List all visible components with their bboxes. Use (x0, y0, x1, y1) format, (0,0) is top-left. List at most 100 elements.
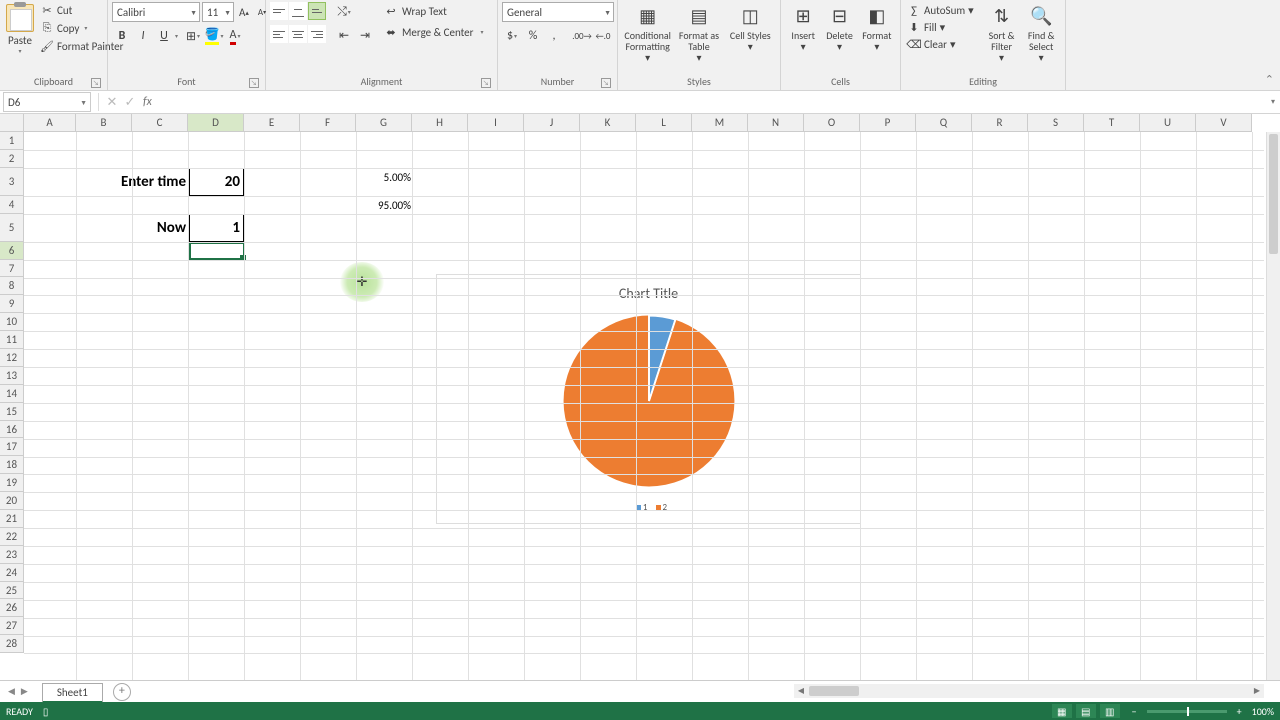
row-header-3[interactable]: 3 (0, 168, 24, 196)
col-header-M[interactable]: M (692, 114, 748, 132)
zoom-value[interactable]: 100% (1252, 705, 1274, 718)
merge-center-button[interactable]: ⬌Merge & Center▾ (381, 23, 487, 41)
bold-button[interactable]: B (112, 26, 132, 46)
fill-color-button[interactable]: 🪣 (204, 26, 224, 46)
col-header-H[interactable]: H (412, 114, 468, 132)
normal-view-button[interactable]: ▦ (1052, 704, 1072, 718)
row-header-13[interactable]: 13 (0, 367, 24, 385)
col-header-B[interactable]: B (76, 114, 132, 132)
col-header-E[interactable]: E (244, 114, 300, 132)
font-size-select[interactable]: 11▼ (202, 2, 234, 22)
clear-button[interactable]: ⌫Clear ▾ (905, 36, 976, 52)
row-header-23[interactable]: 23 (0, 546, 24, 564)
insert-button[interactable]: ⊞Insert ▾ (785, 2, 821, 54)
percent-button[interactable]: % (523, 26, 543, 46)
fill-button[interactable]: ⬇Fill ▾ (905, 19, 976, 35)
page-break-view-button[interactable]: ▥ (1100, 704, 1120, 718)
col-header-L[interactable]: L (636, 114, 692, 132)
align-bottom-button[interactable] (308, 2, 326, 20)
col-header-J[interactable]: J (524, 114, 580, 132)
orientation-button[interactable]: ⤭ (334, 2, 354, 22)
col-header-K[interactable]: K (580, 114, 636, 132)
zoom-in-button[interactable]: + (1237, 705, 1242, 718)
col-header-U[interactable]: U (1140, 114, 1196, 132)
row-header-22[interactable]: 22 (0, 528, 24, 546)
cell-styles-button[interactable]: ◫Cell Styles ▾ (725, 2, 776, 54)
align-center-button[interactable] (289, 25, 307, 43)
wrap-text-button[interactable]: ↩Wrap Text (381, 2, 487, 20)
horizontal-scrollbar[interactable]: ◀ ▶ (794, 684, 1264, 698)
hscroll-left-button[interactable]: ◀ (794, 684, 808, 698)
formula-input[interactable] (156, 92, 1266, 112)
row-header-8[interactable]: 8 (0, 277, 24, 295)
row-header-25[interactable]: 25 (0, 582, 24, 600)
clipboard-launcher[interactable]: ↘ (91, 78, 101, 88)
number-format-select[interactable]: General▼ (502, 2, 614, 22)
collapse-ribbon-button[interactable]: ⌃ (1265, 73, 1274, 86)
comma-button[interactable]: , (544, 26, 564, 46)
name-box[interactable]: D6▼ (3, 92, 91, 112)
align-top-button[interactable] (270, 2, 288, 20)
cell-g4[interactable]: 95.00% (356, 196, 414, 214)
row-header-20[interactable]: 20 (0, 492, 24, 510)
hscroll-right-button[interactable]: ▶ (1250, 684, 1264, 698)
col-header-Q[interactable]: Q (916, 114, 972, 132)
increase-indent-button[interactable]: ⇥ (355, 25, 375, 45)
underline-button[interactable]: U (154, 26, 174, 46)
col-header-O[interactable]: O (804, 114, 860, 132)
zoom-out-button[interactable]: − (1132, 705, 1137, 718)
accounting-button[interactable]: $ (502, 26, 522, 46)
row-header-21[interactable]: 21 (0, 510, 24, 528)
row-header-14[interactable]: 14 (0, 385, 24, 403)
row-header-5[interactable]: 5 (0, 214, 24, 242)
row-header-4[interactable]: 4 (0, 196, 24, 214)
italic-button[interactable]: I (133, 26, 153, 46)
col-header-N[interactable]: N (748, 114, 804, 132)
sort-filter-button[interactable]: ⇅Sort & Filter ▾ (982, 2, 1022, 65)
hscroll-thumb[interactable] (809, 686, 859, 696)
pie-chart[interactable] (437, 306, 860, 496)
paste-button[interactable]: Paste ▾ (4, 2, 36, 57)
row-header-11[interactable]: 11 (0, 331, 24, 349)
col-header-C[interactable]: C (132, 114, 188, 132)
row-header-27[interactable]: 27 (0, 617, 24, 635)
cancel-formula-button[interactable]: ✕ (103, 93, 121, 111)
col-header-T[interactable]: T (1084, 114, 1140, 132)
col-header-R[interactable]: R (972, 114, 1028, 132)
number-launcher[interactable]: ↘ (601, 78, 611, 88)
col-header-S[interactable]: S (1028, 114, 1084, 132)
alignment-launcher[interactable]: ↘ (481, 78, 491, 88)
enter-formula-button[interactable]: ✓ (121, 93, 139, 111)
row-header-16[interactable]: 16 (0, 421, 24, 439)
expand-formula-bar-button[interactable]: ▾ (1266, 97, 1280, 107)
border-button[interactable]: ⊞ (183, 26, 203, 46)
align-left-button[interactable] (270, 25, 288, 43)
chart-legend[interactable]: 1 2 (437, 496, 860, 519)
col-header-P[interactable]: P (860, 114, 916, 132)
row-header-28[interactable]: 28 (0, 635, 24, 653)
row-header-9[interactable]: 9 (0, 295, 24, 313)
col-header-V[interactable]: V (1196, 114, 1252, 132)
font-name-select[interactable]: Calibri▼ (112, 2, 200, 22)
fx-icon[interactable]: fx (143, 95, 152, 109)
decrease-decimal-button[interactable]: ←.0 (593, 26, 613, 46)
sheet-tab-1[interactable]: Sheet1 (42, 683, 103, 703)
col-header-G[interactable]: G (356, 114, 412, 132)
align-middle-button[interactable] (289, 2, 307, 20)
row-header-26[interactable]: 26 (0, 599, 24, 617)
vscroll-thumb[interactable] (1269, 134, 1278, 254)
row-header-18[interactable]: 18 (0, 456, 24, 474)
row-header-10[interactable]: 10 (0, 313, 24, 331)
macro-record-icon[interactable]: ▯ (43, 705, 49, 718)
cell-g3[interactable]: 5.00% (360, 168, 414, 186)
font-color-button[interactable]: A (225, 26, 245, 46)
row-header-12[interactable]: 12 (0, 349, 24, 367)
row-header-15[interactable]: 15 (0, 403, 24, 421)
add-sheet-button[interactable]: + (113, 683, 131, 701)
autosum-button[interactable]: ∑AutoSum ▾ (905, 2, 976, 18)
page-layout-view-button[interactable]: ▤ (1076, 704, 1096, 718)
tab-next-button[interactable]: ▶ (21, 686, 28, 697)
align-right-button[interactable] (308, 25, 326, 43)
font-launcher[interactable]: ↘ (249, 78, 259, 88)
col-header-F[interactable]: F (300, 114, 356, 132)
